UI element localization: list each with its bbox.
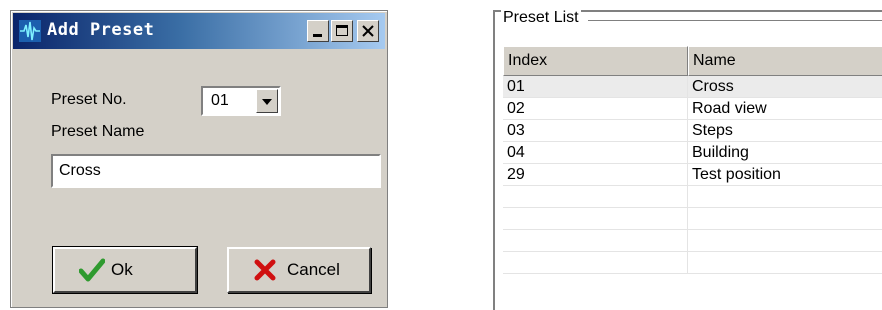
ok-button[interactable]: Ok [52,246,198,294]
dialog-title: Add Preset [47,20,155,40]
group-divider [588,20,882,21]
table-row[interactable] [503,208,882,230]
preset-name-label: Preset Name [51,123,145,140]
table-row[interactable]: 29 Test position [503,164,882,186]
ok-label: Ok [111,260,133,279]
preset-list-group: Preset List Index Name 01 Cross 02 Road vie… [493,9,882,310]
cell-name: Steps [692,122,733,139]
cell-name [688,230,882,251]
cancel-label: Cancel [287,260,340,279]
cell-index: 04 [503,142,688,163]
cell-index: 01 [503,76,688,97]
cell-name: Road view [692,100,767,117]
cell-index [503,208,688,229]
table-row[interactable] [503,230,882,252]
cell-index: 03 [503,120,688,141]
title-bar[interactable]: Add Preset [13,13,385,49]
dropdown-button[interactable] [256,89,278,113]
close-button[interactable] [357,20,379,42]
preset-name-value: Cross [59,162,101,179]
table-header: Index Name [503,46,882,76]
maximize-icon [336,25,348,36]
preset-name-input[interactable]: Cross [51,154,381,188]
cell-index [503,186,688,207]
minimize-button[interactable] [307,20,329,42]
table-row[interactable]: 01 Cross [503,76,882,98]
cell-name [688,252,882,273]
close-icon [362,25,374,37]
cancel-button[interactable]: Cancel [227,247,371,293]
preset-no-value: 01 [211,92,229,109]
table-row[interactable] [503,186,882,208]
waveform-icon [19,20,41,42]
table-row[interactable] [503,252,882,274]
preset-list-caption: Preset List [501,9,581,27]
table-row[interactable]: 03 Steps [503,120,882,142]
cell-name [688,208,882,229]
table-body: 01 Cross 02 Road view 03 Steps 04 Building 29 Tes… [503,76,882,274]
column-header-index[interactable]: Index [503,46,688,76]
table-row[interactable]: 04 Building [503,142,882,164]
preset-no-select[interactable]: 01 [201,86,281,116]
preset-no-label: Preset No. [51,91,127,108]
table-row[interactable]: 02 Road view [503,98,882,120]
cell-index [503,252,688,273]
cell-name [688,186,882,207]
cell-name: Test position [692,166,781,183]
cell-index: 29 [503,164,688,185]
checkmark-icon [79,258,105,282]
add-preset-dialog: Add Preset Preset No. 01 Preset Name Cro… [10,10,388,308]
cell-name: Building [692,144,749,161]
x-icon [254,259,276,281]
cell-name: Cross [692,78,734,95]
preset-list-table[interactable]: Index Name 01 Cross 02 Road view 03 Steps 04 Bu… [503,46,882,274]
minimize-icon [313,34,322,37]
cell-index: 02 [503,98,688,119]
cell-index [503,230,688,251]
column-header-name[interactable]: Name [688,46,882,76]
chevron-down-icon [262,99,272,105]
maximize-button[interactable] [331,20,353,42]
